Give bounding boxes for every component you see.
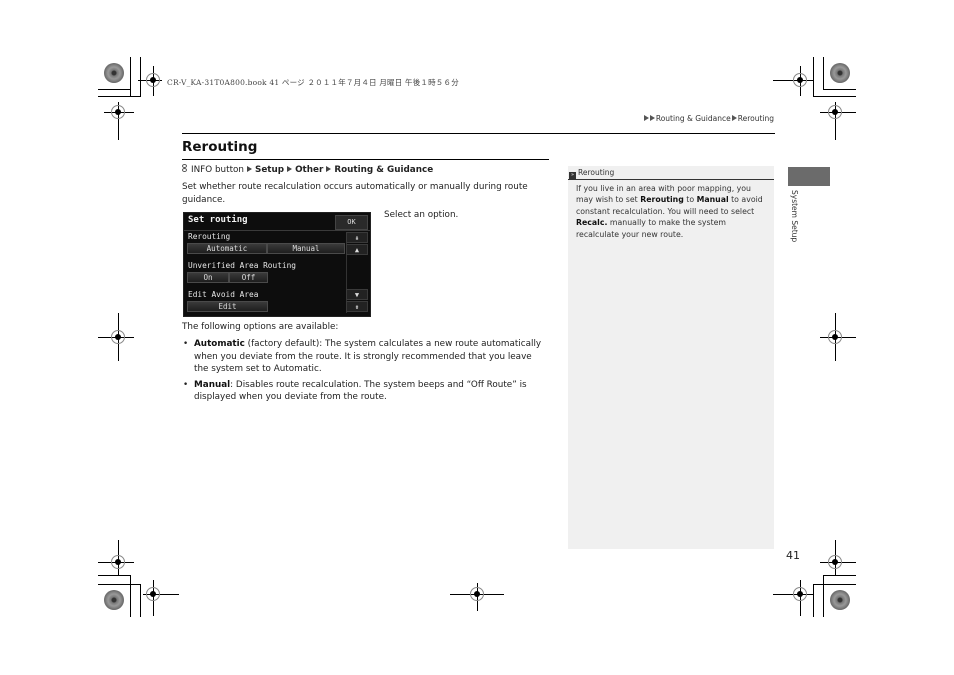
set-routing-screen: Set routing OK Rerouting Automatic Manua… [183,212,371,317]
breadcrumb: Routing & Guidance Rerouting [643,114,774,123]
off-button[interactable]: Off [229,272,268,283]
breadcrumb-item[interactable]: Rerouting [738,114,774,123]
intro-text: Set whether route recalculation occurs a… [182,182,528,205]
title-rule [182,159,549,160]
menu-path: INFO button Setup Other Routing & Guidance [182,164,433,175]
options-intro: The following options are available: [182,322,339,332]
triangle-icon [643,115,649,121]
triangle-icon [246,166,252,172]
page-title: Rerouting [182,139,258,155]
print-metadata: CR-V_KA-31T0A800.book 41 ページ ２０１１年７月４日 月… [167,78,459,87]
rerouting-label: Rerouting [188,232,231,241]
page-down-icon[interactable]: ⇟ [346,301,368,312]
down-icon[interactable]: ▼ [346,289,368,300]
note-panel: » Rerouting If you live in an area with p… [568,166,774,549]
option-name: Automatic [194,339,245,349]
registration-disc-icon [104,590,124,610]
header-rule [182,133,775,134]
list-item: Automatic (factory default): The system … [182,338,547,376]
note-title: Rerouting [578,168,615,177]
registration-disc-icon [830,590,850,610]
info-button-icon [182,164,188,173]
list-item: Manual: Disables route recalculation. Th… [182,379,547,404]
note-text: to [683,195,697,205]
breadcrumb-item[interactable]: Routing & Guidance [656,114,731,123]
manual-button[interactable]: Manual [267,243,345,254]
section-tab[interactable] [788,167,830,186]
note-heading: » Rerouting [568,166,774,180]
option-name: Manual [194,379,231,390]
page-up-icon[interactable]: ⇞ [346,232,368,243]
triangle-icon [649,115,655,121]
edit-avoid-area-label: Edit Avoid Area [188,290,259,299]
triangle-icon [287,166,293,172]
unverified-area-label: Unverified Area Routing [188,261,296,270]
path-step: Routing & Guidance [334,165,434,175]
ok-button[interactable]: OK [335,215,368,230]
options-list: Automatic (factory default): The system … [182,338,547,407]
note-icon: » [569,172,576,179]
section-label: System Setup [790,190,799,243]
on-button[interactable]: On [187,272,229,283]
select-instruction: Select an option. [384,210,459,220]
path-step: Setup [254,165,285,175]
triangle-icon [326,166,332,172]
option-desc: : Disables route recalculation. The syst… [194,379,527,403]
up-icon[interactable]: ▲ [346,244,368,255]
automatic-button[interactable]: Automatic [187,243,267,254]
path-step: Other [295,165,324,175]
note-body: If you live in an area with poor mapping… [576,183,770,240]
note-term: Manual [696,195,729,205]
screen-title: Set routing [188,215,248,225]
registration-disc-icon [830,63,850,83]
screen-divider [184,230,370,231]
page-number: 41 [786,549,800,562]
note-term: Recalc. [576,218,608,228]
note-term: Rerouting [640,195,684,205]
triangle-icon [731,115,737,121]
path-start: INFO button [191,165,244,175]
registration-disc-icon [104,63,124,83]
option-desc: (factory default): The system calculates… [194,339,542,375]
edit-button[interactable]: Edit [187,301,268,312]
